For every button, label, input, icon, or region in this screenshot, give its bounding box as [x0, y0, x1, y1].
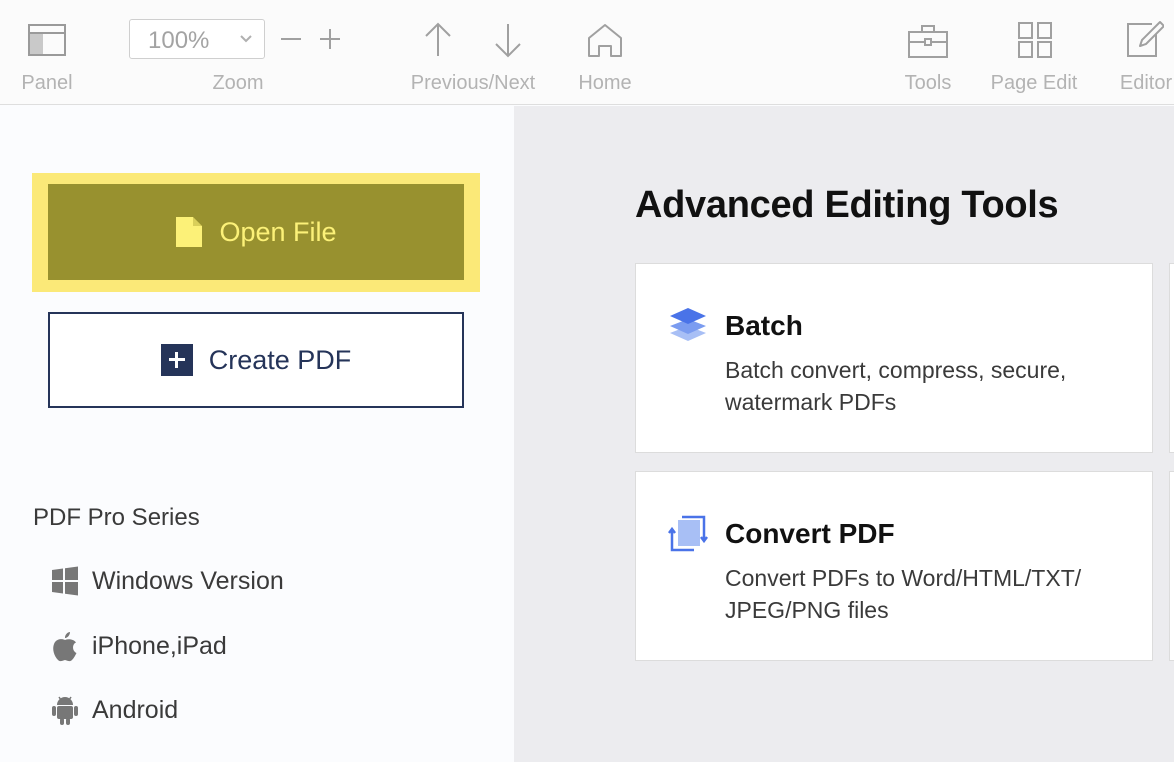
panel-icon — [28, 24, 66, 56]
android-icon — [52, 696, 78, 725]
series-title: PDF Pro Series — [33, 504, 200, 531]
edit-icon — [1127, 21, 1164, 57]
card-peek — [1169, 263, 1174, 453]
card-title: Convert PDF — [725, 518, 895, 549]
panel-label: Panel — [21, 72, 73, 94]
card-title: Batch — [725, 310, 803, 341]
briefcase-icon — [908, 25, 948, 58]
left-panel: Open File Create PDF PDF Pro Series Wind… — [0, 106, 514, 762]
series-item-windows[interactable]: Windows Version — [50, 566, 284, 596]
panel-button[interactable]: Panel — [0, 0, 94, 105]
home-label: Home — [578, 72, 632, 94]
page-edit-label: Page Edit — [990, 72, 1078, 94]
section-title: Advanced Editing Tools — [635, 184, 1059, 226]
file-icon — [176, 217, 203, 247]
home-icon — [588, 24, 622, 57]
create-pdf-button[interactable]: Create PDF — [48, 312, 464, 408]
open-file-label: Open File — [219, 216, 337, 247]
open-file-button[interactable]: Open File — [48, 184, 464, 280]
card-description: Convert PDFs to Word/HTML/TXT/ JPEG/PNG … — [725, 565, 1082, 623]
series-item-iphone-ipad[interactable]: iPhone,iPad — [50, 630, 227, 662]
zoom-in-icon[interactable] — [319, 28, 341, 50]
plus-icon — [160, 344, 193, 376]
series-item-label: Windows Version — [92, 566, 284, 595]
apple-icon — [53, 632, 77, 662]
convert-icon — [668, 515, 708, 552]
page-edit-button[interactable]: Page Edit — [980, 0, 1090, 105]
tools-button[interactable]: Tools — [890, 0, 966, 105]
series-item-android[interactable]: Android — [50, 694, 178, 726]
arrow-up-icon[interactable] — [424, 22, 452, 58]
layers-icon — [670, 308, 706, 341]
series-item-label: Android — [92, 695, 179, 724]
convert-pdf-card[interactable]: Convert PDF Convert PDFs to Word/HTML/TX… — [635, 471, 1153, 661]
arrow-down-icon[interactable] — [494, 22, 522, 58]
card-description: Batch convert, compress, secure, waterma… — [725, 357, 1067, 415]
card-peek — [1169, 471, 1174, 661]
main-panel: Advanced Editing Tools Batch Batch conve… — [514, 106, 1174, 762]
batch-card[interactable]: Batch Batch convert, compress, secure, w… — [635, 263, 1153, 453]
series-item-label: iPhone,iPad — [92, 631, 227, 660]
chevron-down-icon — [240, 35, 252, 43]
grid-icon — [1018, 22, 1052, 58]
editor-label: Editor — [1119, 72, 1173, 94]
windows-icon — [52, 566, 78, 596]
zoom-label: Zoom — [212, 72, 264, 94]
toolbar: Panel 100% Zoom Previous/Next Home Tools… — [0, 0, 1174, 105]
zoom-value: 100% — [148, 27, 210, 54]
zoom-out-icon[interactable] — [280, 28, 302, 50]
prev-next-label: Previous/Next — [410, 72, 536, 94]
tools-label: Tools — [904, 72, 952, 94]
create-pdf-label: Create PDF — [208, 344, 352, 375]
home-button[interactable]: Home — [560, 0, 650, 105]
editor-button[interactable]: Editor — [1106, 0, 1174, 105]
zoom-select[interactable]: 100% — [129, 19, 265, 59]
